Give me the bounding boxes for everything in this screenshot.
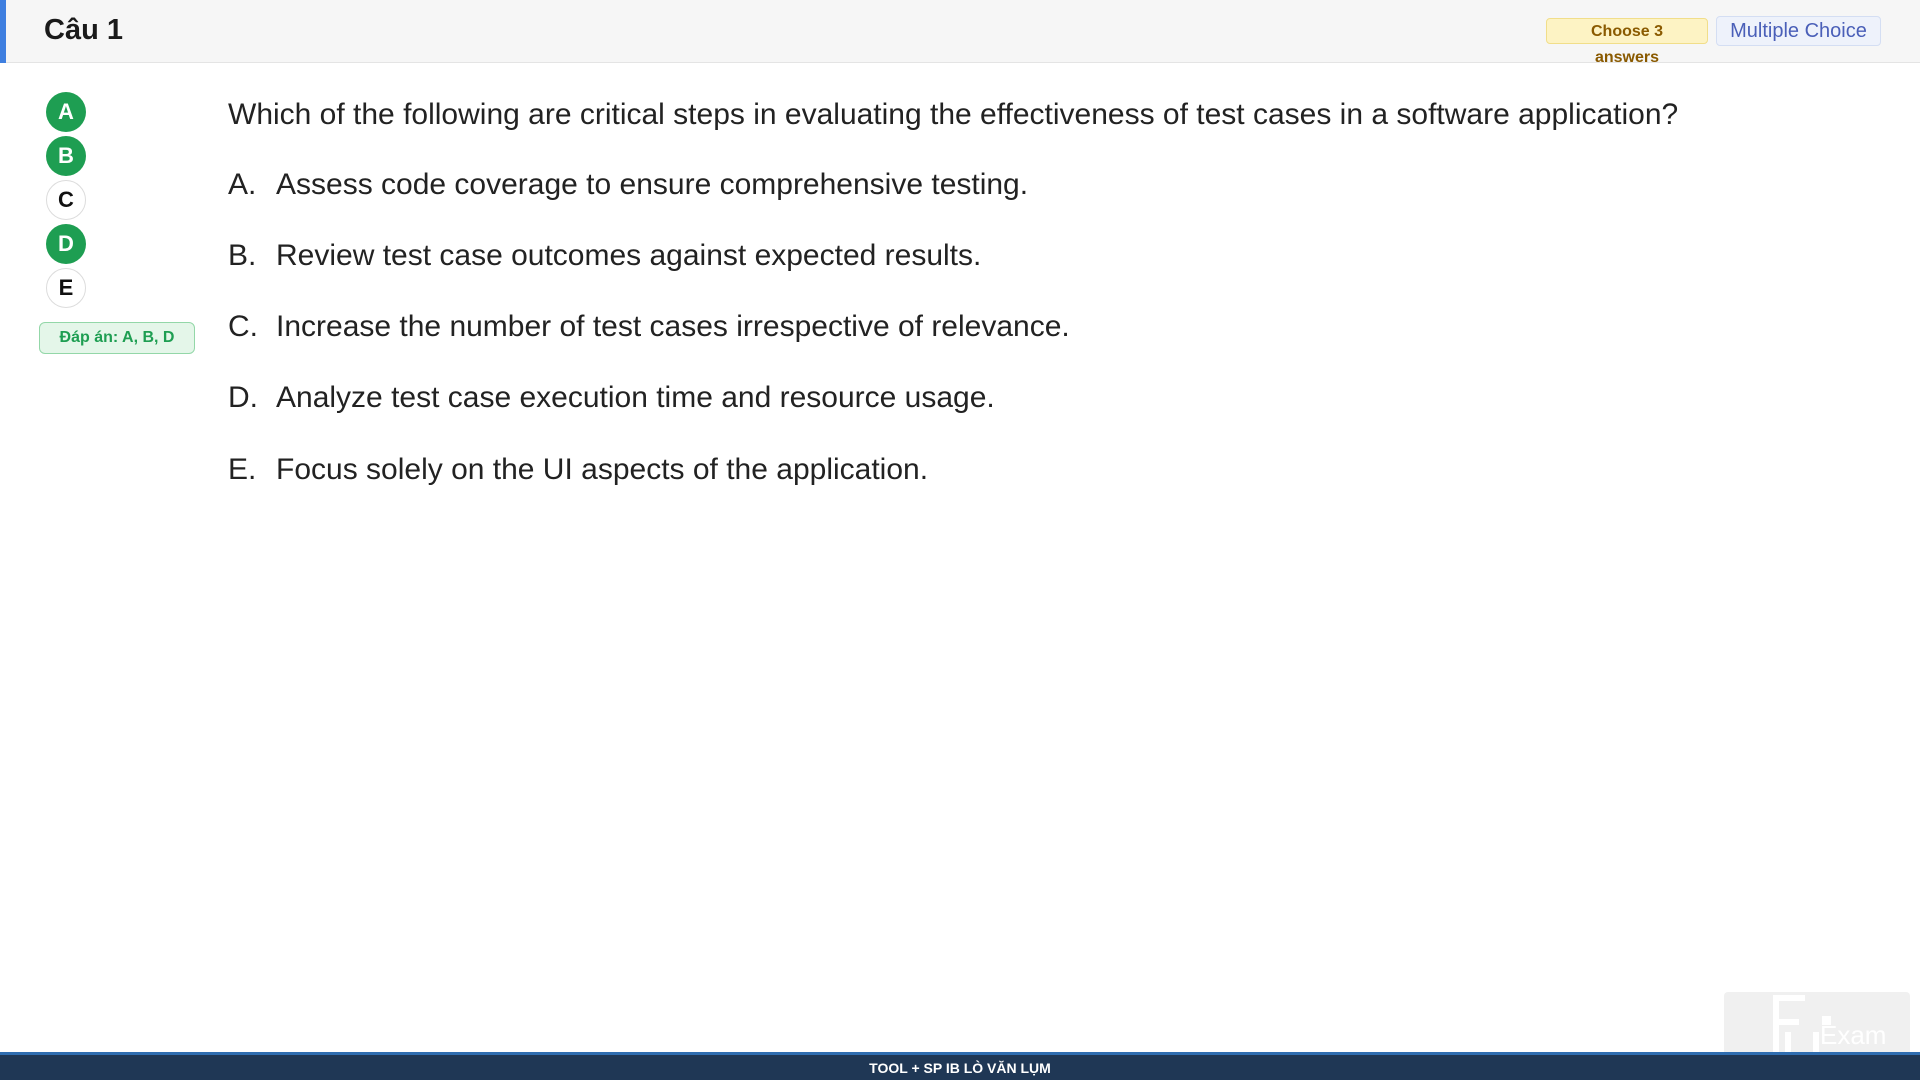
answer-option-b[interactable]: B (46, 136, 86, 176)
answer-option-a[interactable]: A (46, 92, 86, 132)
question-type-badge: Multiple Choice (1716, 16, 1881, 46)
option-text: Increase the number of test cases irresp… (276, 310, 1070, 343)
option-letter: E. (228, 453, 257, 486)
question-option-a: A. Assess code coverage to ensure compreh… (228, 166, 1028, 204)
option-letter: B. (228, 239, 257, 272)
answer-option-d[interactable]: D (46, 224, 86, 264)
footer-bar: TOOL + SP IB LÒ VĂN LỤM (0, 1052, 1920, 1080)
question-option-e: E. Focus solely on the UI aspects of the … (228, 451, 928, 489)
option-letter: D. (228, 381, 258, 414)
question-header: Câu 1 Choose 3 answers Multiple Choice (0, 0, 1920, 66)
footer-credit-text: TOOL + SP IB LÒ VĂN LỤM (869, 1060, 1051, 1076)
question-number-title: Câu 1 (44, 14, 123, 46)
question-text: Which of the following are critical step… (228, 98, 1679, 131)
option-text: Focus solely on the UI aspects of the ap… (276, 453, 929, 486)
answer-option-c[interactable]: C (46, 180, 86, 220)
option-letter: C. (228, 310, 258, 343)
answer-option-e[interactable]: E (46, 268, 86, 308)
question-option-c: C. Increase the number of test cases irre… (228, 308, 1070, 346)
option-text: Assess code coverage to ensure comprehen… (276, 168, 1029, 201)
option-letter: A. (228, 168, 257, 201)
header-accent-bar (0, 0, 6, 63)
watermark-text: Exam (1820, 1020, 1886, 1050)
choose-count-badge: Choose 3 answers (1546, 18, 1708, 66)
correct-answer-badge: Đáp án: A, B, D (39, 322, 195, 354)
question-option-d: D. Analyze test case execution time and r… (228, 379, 995, 417)
option-text: Analyze test case execution time and res… (276, 381, 995, 414)
question-option-b: B. Review test case outcomes against expe… (228, 237, 981, 275)
option-text: Review test case outcomes against expect… (276, 239, 982, 272)
